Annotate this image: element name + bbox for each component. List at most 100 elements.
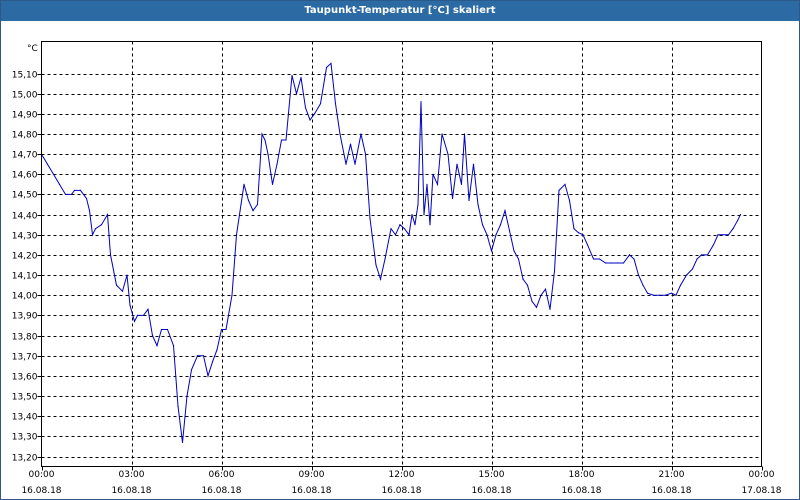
data-point bbox=[436, 183, 439, 185]
data-point bbox=[379, 278, 382, 280]
data-point bbox=[70, 193, 73, 195]
x-tick-date-label: 16.08.18 bbox=[471, 486, 511, 496]
window-title: Taupunkt-Temperatur [°C] skaliert bbox=[1, 1, 799, 21]
x-tick-time-label: 03:00 bbox=[119, 470, 145, 480]
y-tick-label: 13,60 bbox=[12, 373, 38, 383]
series-layer bbox=[40, 62, 742, 443]
data-point bbox=[447, 153, 449, 155]
data-point bbox=[685, 274, 688, 276]
data-point bbox=[675, 294, 677, 296]
data-point bbox=[628, 254, 631, 256]
data-point bbox=[429, 224, 431, 226]
data-point bbox=[267, 153, 269, 155]
data-point bbox=[133, 320, 136, 322]
y-tick-label: 13,20 bbox=[12, 454, 38, 464]
data-point bbox=[271, 183, 274, 185]
data-point bbox=[486, 234, 488, 236]
y-tick-label: 14,60 bbox=[12, 171, 38, 181]
data-point bbox=[456, 163, 458, 165]
data-point bbox=[664, 294, 667, 296]
data-point bbox=[441, 133, 443, 135]
data-point bbox=[94, 228, 97, 230]
data-point bbox=[73, 189, 76, 191]
data-point bbox=[313, 113, 316, 115]
data-point bbox=[481, 224, 484, 226]
data-point bbox=[637, 274, 640, 276]
data-point bbox=[642, 284, 644, 286]
data-point bbox=[243, 183, 245, 185]
x-tick-time-label: 15:00 bbox=[479, 470, 505, 480]
data-point bbox=[732, 228, 734, 230]
data-point bbox=[652, 294, 655, 296]
line-chart: °C 13,20 13,30 13,40 13,50 13,60 13,70 13,80 13,… bbox=[12, 41, 782, 496]
data-point bbox=[235, 234, 238, 236]
data-point bbox=[679, 284, 682, 286]
data-point bbox=[472, 163, 475, 165]
data-point bbox=[190, 369, 193, 371]
data-point bbox=[633, 258, 635, 260]
data-point bbox=[64, 193, 67, 195]
x-tick-time-label: 06:00 bbox=[209, 470, 235, 480]
data-point bbox=[121, 290, 124, 292]
data-point bbox=[295, 93, 298, 95]
data-point bbox=[252, 210, 254, 212]
data-point bbox=[513, 250, 515, 252]
x-tick-time-label: 00:00 bbox=[749, 470, 775, 480]
y-tick-label: 15,00 bbox=[12, 91, 38, 101]
data-point bbox=[256, 203, 259, 206]
data-point bbox=[394, 234, 397, 236]
data-point bbox=[369, 218, 371, 220]
data-point bbox=[616, 262, 619, 264]
y-tick-label: 15,10 bbox=[12, 71, 38, 81]
data-point bbox=[58, 183, 61, 185]
data-point bbox=[349, 143, 352, 145]
data-point bbox=[52, 173, 55, 175]
data-point bbox=[604, 262, 607, 264]
x-tick-date-label: 16.08.18 bbox=[201, 486, 241, 496]
data-point bbox=[354, 163, 356, 165]
data-point bbox=[109, 254, 112, 256]
x-tick-time-label: 09:00 bbox=[299, 470, 325, 480]
data-point bbox=[712, 244, 715, 246]
data-point bbox=[300, 76, 302, 79]
x-tick-date-label: 16.08.18 bbox=[291, 486, 331, 496]
y-tick-label: 13,50 bbox=[12, 393, 38, 403]
data-point bbox=[325, 66, 328, 69]
data-point bbox=[291, 74, 293, 77]
data-point bbox=[592, 258, 595, 260]
data-point bbox=[414, 224, 416, 226]
data-point bbox=[495, 234, 497, 236]
data-point bbox=[598, 258, 601, 260]
data-point bbox=[220, 328, 223, 331]
data-point bbox=[151, 335, 154, 337]
data-point bbox=[658, 294, 661, 296]
y-tick-label: 13,80 bbox=[12, 333, 38, 343]
data-point bbox=[280, 139, 283, 141]
data-point bbox=[46, 163, 49, 165]
data-point bbox=[549, 308, 551, 310]
data-point bbox=[696, 258, 698, 260]
data-point bbox=[399, 224, 401, 226]
data-point bbox=[463, 133, 466, 135]
data-point bbox=[499, 224, 502, 226]
data-point bbox=[384, 258, 386, 260]
data-point bbox=[142, 314, 145, 316]
data-point bbox=[319, 103, 322, 105]
data-point bbox=[334, 103, 337, 105]
data-point bbox=[309, 119, 311, 121]
y-tick-label: 14,90 bbox=[12, 111, 38, 121]
data-point bbox=[670, 292, 673, 294]
data-point bbox=[129, 304, 131, 306]
data-point bbox=[231, 294, 233, 296]
data-point bbox=[577, 232, 580, 234]
data-point bbox=[504, 210, 506, 212]
data-point bbox=[147, 308, 149, 310]
data-point bbox=[79, 189, 82, 191]
data-point bbox=[490, 250, 493, 252]
data-point bbox=[706, 254, 709, 256]
y-tick-label: 13,90 bbox=[12, 312, 38, 322]
data-point bbox=[420, 101, 422, 103]
data-point bbox=[622, 262, 625, 264]
y-tick-label: 14,20 bbox=[12, 252, 38, 262]
data-point bbox=[100, 224, 103, 226]
